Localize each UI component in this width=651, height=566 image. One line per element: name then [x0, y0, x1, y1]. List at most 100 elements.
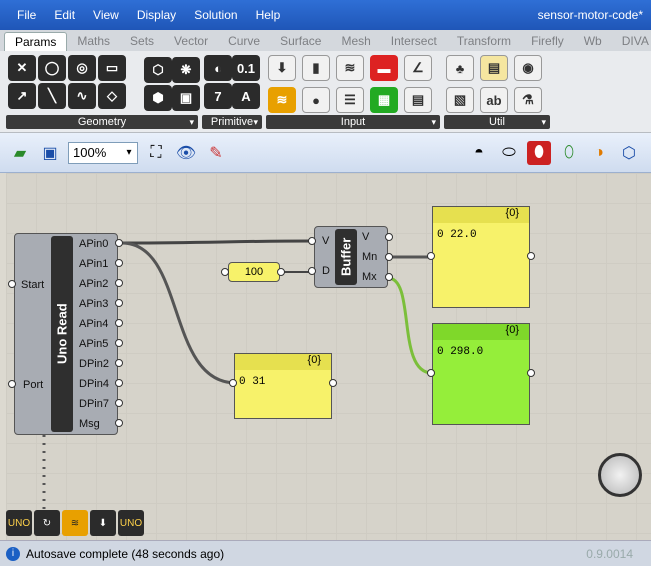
rectangle-icon[interactable]: ▭ [98, 55, 126, 81]
tree-icon[interactable]: ♣ [446, 55, 474, 81]
tab-vector[interactable]: Vector [164, 32, 218, 51]
mesh-icon[interactable]: ❋ [172, 57, 200, 83]
tab-wb[interactable]: Wb [574, 32, 612, 51]
flask-icon[interactable]: ⚗ [514, 87, 542, 113]
wireframe-icon[interactable]: ◓ [467, 141, 491, 165]
tab-diva[interactable]: DIVA [612, 32, 651, 51]
render-icon[interactable]: ◑ [587, 141, 611, 165]
output-grip[interactable] [115, 359, 123, 367]
surface-icon[interactable]: ⬢ [144, 85, 172, 111]
open-icon[interactable]: ▰ [8, 141, 32, 165]
hexagon-icon[interactable]: ⬡ [144, 57, 172, 83]
panel-max[interactable]: {0} 0 298.0 [432, 323, 530, 425]
button-icon[interactable]: ● [302, 87, 330, 113]
output-grip[interactable] [329, 379, 337, 387]
tab-surface[interactable]: Surface [270, 32, 331, 51]
slider-icon[interactable]: ▬ [370, 55, 398, 81]
zoom-select[interactable]: 100% ▾ [68, 141, 138, 164]
signal-icon[interactable]: ≋ [62, 510, 88, 536]
output-grip[interactable] [115, 239, 123, 247]
tab-firefly[interactable]: Firefly [521, 32, 574, 51]
navigation-widget-icon[interactable] [598, 453, 642, 497]
refresh-icon[interactable]: ↻ [34, 510, 60, 536]
point-icon[interactable]: ✕ [8, 55, 36, 81]
panel-apin0[interactable]: {0} 0 31 [234, 353, 332, 419]
output-grip[interactable] [115, 419, 123, 427]
menu-edit[interactable]: Edit [45, 8, 84, 22]
output-grip[interactable] [115, 379, 123, 387]
input-grip[interactable] [427, 252, 435, 260]
menu-solution[interactable]: Solution [185, 8, 246, 22]
spellcheck-icon[interactable]: ab [480, 87, 508, 113]
number-slider[interactable]: 100 [228, 262, 280, 282]
matrix-icon[interactable]: ▦ [370, 87, 398, 113]
tab-curve[interactable]: Curve [218, 32, 270, 51]
preview-icon[interactable]: 👁 [174, 141, 198, 165]
plane-icon[interactable]: ◇ [98, 83, 126, 109]
number-icon[interactable]: 0.1 [232, 55, 260, 81]
save-icon[interactable]: ▣ [38, 141, 62, 165]
output-grip[interactable] [385, 233, 393, 241]
arc-icon[interactable]: ◎ [68, 55, 96, 81]
graph-icon[interactable]: ∠ [404, 55, 432, 81]
uno-write-icon[interactable]: UNO [118, 510, 144, 536]
menu-display[interactable]: Display [128, 8, 185, 22]
panel-min[interactable]: {0} 0 22.0 [432, 206, 530, 308]
vector-icon[interactable]: ↗ [8, 83, 36, 109]
photo-icon[interactable]: ▧ [446, 87, 474, 113]
output-grip[interactable] [115, 279, 123, 287]
sketch-icon[interactable]: ✎ [204, 141, 228, 165]
zoom-extents-icon[interactable]: ⛶ [144, 141, 168, 165]
menu-help[interactable]: Help [247, 8, 290, 22]
mesh-preview-icon[interactable]: ⬯ [557, 141, 581, 165]
output-grip[interactable] [115, 399, 123, 407]
input-grip[interactable] [308, 267, 316, 275]
buffer-component[interactable]: Buffer V D V Mn Mx [314, 226, 388, 288]
output-grip[interactable] [115, 319, 123, 327]
output-grip[interactable] [115, 259, 123, 267]
sphere-icon[interactable]: ◉ [514, 55, 542, 81]
tab-intersect[interactable]: Intersect [381, 32, 447, 51]
download-icon[interactable]: ⬇ [90, 510, 116, 536]
uno-read-component[interactable]: Uno Read Start Port APin0 APin1 APin2 AP… [14, 233, 118, 435]
output-grip[interactable] [277, 268, 285, 276]
menu-view[interactable]: View [84, 8, 128, 22]
selected-preview-icon[interactable]: ⬮ [527, 140, 551, 165]
image-icon[interactable]: ▤ [404, 87, 432, 113]
hexagon-display-icon[interactable]: ⬡ [617, 141, 641, 165]
output-grip[interactable] [527, 369, 535, 377]
box-icon[interactable]: ▣ [172, 85, 200, 111]
output-grip[interactable] [527, 252, 535, 260]
input-grip[interactable] [229, 379, 237, 387]
signal-icon[interactable]: ≋ [268, 87, 296, 113]
input-grip[interactable] [308, 237, 316, 245]
uno-icon[interactable]: UNO [6, 510, 32, 536]
output-grip[interactable] [385, 253, 393, 261]
integer-icon[interactable]: 7 [204, 83, 232, 109]
menu-file[interactable]: File [8, 8, 45, 22]
toggle-icon[interactable]: ▮ [302, 55, 330, 81]
text-icon[interactable]: A [232, 83, 260, 109]
notes-icon[interactable]: ▤ [480, 55, 508, 81]
line-icon[interactable]: ╲ [38, 83, 66, 109]
input-grip[interactable] [8, 380, 16, 388]
input-grip[interactable] [8, 280, 16, 288]
boolean-icon[interactable]: ◐ [204, 55, 232, 81]
output-grip[interactable] [115, 339, 123, 347]
output-grip[interactable] [115, 299, 123, 307]
output-grip[interactable] [385, 273, 393, 281]
gene-pool-icon[interactable]: ≋ [336, 55, 364, 81]
list-icon[interactable]: ☰ [336, 87, 364, 113]
input-grip[interactable] [221, 268, 229, 276]
curve-icon[interactable]: ∿ [68, 83, 96, 109]
input-grip[interactable] [427, 369, 435, 377]
circle-icon[interactable]: ◯ [38, 55, 66, 81]
tab-sets[interactable]: Sets [120, 32, 164, 51]
canvas[interactable]: Uno Read Start Port APin0 APin1 APin2 AP… [6, 173, 651, 540]
import-icon[interactable]: ⬇ [268, 55, 296, 81]
tab-maths[interactable]: Maths [67, 32, 120, 51]
tab-transform[interactable]: Transform [447, 32, 521, 51]
tab-params[interactable]: Params [4, 32, 68, 51]
tab-mesh[interactable]: Mesh [331, 32, 380, 51]
shaded-icon[interactable]: ⬭ [497, 141, 521, 165]
